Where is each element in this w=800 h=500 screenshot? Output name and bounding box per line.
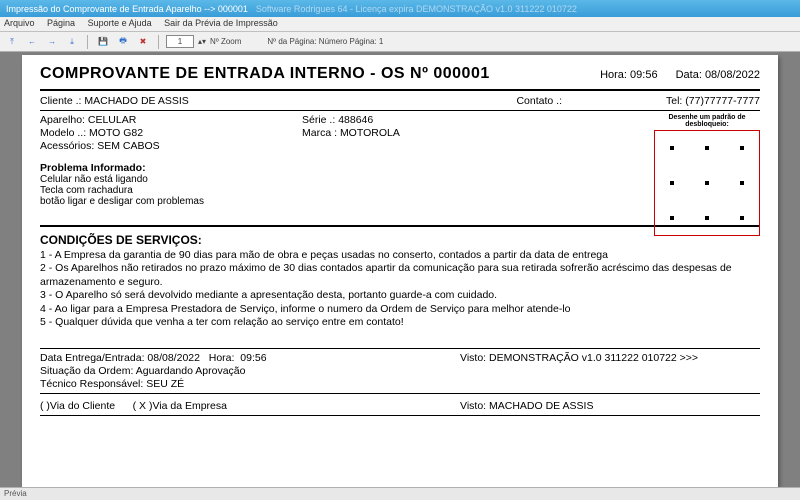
toolbar: ⤒ ← → ⤓ 💾 🖶 ✖ 1 ▴▾ Nº Zoom Nº da Página:…	[0, 32, 800, 52]
zoom-input[interactable]: 1	[166, 35, 194, 48]
last-page-icon[interactable]: ⤓	[64, 35, 80, 49]
window-titlebar: Impressão do Comprovante de Entrada Apar…	[0, 0, 800, 17]
problema-title: Problema Informado:	[40, 162, 760, 174]
window-title-ghost: Software Rodrigues 64 - Licença expira D…	[256, 4, 577, 14]
serie-field: Série .: 488646	[302, 114, 472, 126]
cond-line: 1 - A Empresa da garantia de 90 dias par…	[40, 249, 760, 262]
doc-title: COMPROVANTE DE ENTRADA INTERNO - OS Nº 0…	[40, 65, 600, 83]
menu-sair[interactable]: Sair da Prévia de Impressão	[164, 18, 278, 28]
menu-pagina[interactable]: Página	[47, 18, 75, 28]
aparelho-field: Aparelho: CELULAR	[40, 114, 302, 126]
preview-workspace: COMPROVANTE DE ENTRADA INTERNO - OS Nº 0…	[0, 52, 800, 487]
cond-line: 5 - Qualquer dúvida que venha a ter com …	[40, 316, 760, 329]
first-page-icon[interactable]: ⤒	[4, 35, 20, 49]
via-options: ( )Via do Cliente ( X )Via da Empresa	[40, 400, 460, 412]
problema-line: Celular não está ligando	[40, 174, 760, 185]
marca-field: Marca : MOTOROLA	[302, 127, 472, 139]
visto1-field: Visto: DEMONSTRAÇÃO v1.0 311222 010722 >…	[460, 352, 760, 364]
window-title: Impressão do Comprovante de Entrada Apar…	[6, 4, 248, 14]
prev-page-icon[interactable]: ←	[24, 35, 40, 49]
contato-field: Contato .:	[302, 95, 562, 107]
unlock-label: Desenhe um padrão de desbloqueio:	[654, 114, 760, 128]
modelo-field: Modelo ..: MOTO G82	[40, 127, 302, 139]
menu-suporte[interactable]: Suporte e Ajuda	[88, 18, 152, 28]
unlock-grid	[654, 130, 760, 236]
unlock-pattern-box: Desenhe um padrão de desbloqueio:	[654, 114, 760, 236]
problema-line: botão ligar e desligar com problemas	[40, 196, 760, 207]
menubar: Arquivo Página Suporte e Ajuda Sair da P…	[0, 17, 800, 32]
tel-field: Tel: (77)77777-7777	[562, 95, 760, 107]
doc-date: Data: 08/08/2022	[676, 69, 760, 81]
entrega-field: Data Entrega/Entrada: 08/08/2022 Hora: 0…	[40, 352, 460, 364]
statusbar-text: Prévia	[4, 489, 27, 498]
cancel-icon[interactable]: ✖	[135, 35, 151, 49]
tecnico-field: Técnico Responsável: SEU ZÉ	[40, 378, 460, 390]
save-icon[interactable]: 💾	[95, 35, 111, 49]
statusbar: Prévia	[0, 487, 800, 500]
cond-line: 2 - Os Aparelhos não retirados no prazo …	[40, 262, 760, 289]
print-icon[interactable]: 🖶	[115, 35, 131, 49]
print-page: COMPROVANTE DE ENTRADA INTERNO - OS Nº 0…	[22, 55, 778, 487]
next-page-icon[interactable]: →	[44, 35, 60, 49]
menu-arquivo[interactable]: Arquivo	[4, 18, 35, 28]
doc-time: Hora: 09:56	[600, 69, 658, 81]
cond-line: 3 - O Aparelho só será devolvido mediant…	[40, 289, 760, 302]
cliente-field: Cliente .: MACHADO DE ASSIS	[40, 95, 302, 107]
condicoes-title: CONDIÇÕES DE SERVIÇOS:	[40, 233, 760, 247]
acessorios-field: Acessórios: SEM CABOS	[40, 140, 302, 152]
cond-line: 4 - Ao ligar para a Empresa Prestadora d…	[40, 303, 760, 316]
page-number-label: Nº da Página: Número Página: 1	[267, 37, 383, 46]
zoom-spinner-icon[interactable]: ▴▾	[198, 37, 206, 46]
situacao-field: Situação da Ordem: Aguardando Aprovação	[40, 365, 460, 377]
problema-line: Tecla com rachadura	[40, 185, 760, 196]
visto2-field: Visto: MACHADO DE ASSIS	[460, 400, 593, 412]
zoom-label: Nº Zoom	[210, 37, 241, 46]
